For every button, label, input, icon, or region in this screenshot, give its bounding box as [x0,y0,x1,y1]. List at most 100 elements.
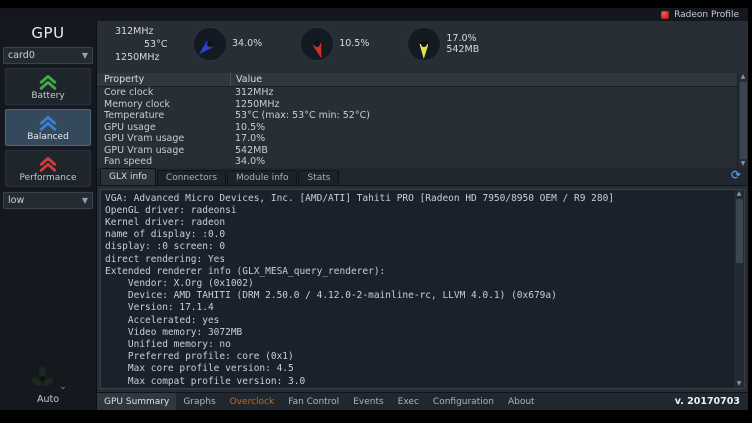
glx-info-line: Max compat profile version: 3.0 [105,376,733,388]
bottom-tab-label: Graphs [183,397,215,407]
overview-strip: 312MHz 53°C 1250MHz [97,21,748,73]
property-value: 10.5% [230,122,737,133]
bottom-tab-label: Events [353,397,383,407]
power-profile-button[interactable]: Balanced [5,109,91,146]
app-icon [661,11,669,19]
table-row: GPU Vram usage 542MB [97,145,737,157]
info-tab[interactable]: Stats [298,170,339,185]
version-label: v. 20170703 [675,396,740,407]
bottom-tab-label: Configuration [433,397,494,407]
info-tab-label: Connectors [166,173,217,183]
power-profile-label: Balanced [27,132,69,142]
fan-icon[interactable] [29,365,56,392]
bottom-tab[interactable]: Fan Control [281,393,346,410]
gauge-value: 17.0% [446,33,479,45]
property-name: Temperature [97,110,230,121]
refresh-button[interactable]: ⟳ [728,168,744,183]
scroll-up-icon[interactable]: ▲ [737,190,742,198]
glx-info-line: Kernel driver: radeon [105,217,733,229]
bottom-tab-label: GPU Summary [104,397,169,407]
window-title: Radeon Profile [674,10,739,20]
property-name: GPU Vram usage [97,145,230,156]
gauges: 34.0% [193,27,479,61]
card-select-value: card0 [8,50,35,61]
radeon-profile-window: Radeon Profile GPU card0 ▼ Battery [0,0,752,423]
info-tab[interactable]: Connectors [157,170,226,185]
double-chevron-up-icon [36,114,60,131]
info-tab[interactable]: Module info [227,170,297,185]
power-profile-button[interactable]: Performance [5,150,91,187]
table-row: Temperature 53°C (max: 53°C min: 52°C) [97,110,737,122]
bottom-tab[interactable]: Events [346,393,390,410]
bottom-tab[interactable]: Exec [391,393,426,410]
gauge: 10.5% [300,27,369,61]
bottom-tab-label: Overclock [230,397,275,407]
glx-info-panel: VGA: Advanced Micro Devices, Inc. [AMD/A… [100,189,745,390]
gpu-label: GPU [31,24,64,42]
property-name: Memory clock [97,99,230,110]
fan-mode-label: Auto [37,394,59,405]
info-tab-bar: GLX info Connectors Module info Stats [97,168,748,186]
card-select[interactable]: card0 ▼ [3,47,93,64]
property-value: 312MHz [230,87,737,98]
power-profile-button[interactable]: Battery [5,68,91,105]
bottom-tab-bar: GPU Summary Graphs Overclock Fan Control [97,392,748,410]
gauge-sub-value: 542MB [446,44,479,56]
bottom-tab[interactable]: Overclock [223,393,282,410]
info-tab-label: GLX info [109,172,147,182]
profile-buttons: Battery Balanced [5,64,91,187]
property-name: Fan speed [97,156,230,167]
scrollbar-thumb[interactable] [736,199,743,263]
glx-info-line: Device: AMD TAHITI (DRM 2.50.0 / 4.12.0-… [105,290,733,302]
info-tab-label: Module info [236,173,288,183]
property-name: GPU Vram usage [97,133,230,144]
properties-table-body: Core clock 312MHz Memory clock 1250MHz T… [97,87,737,168]
bottom-tab-label: Fan Control [288,397,339,407]
core-clock-readout: 312MHz [115,26,153,37]
double-chevron-up-icon [36,73,60,90]
glx-info-line: Extended renderer info (GLX_MESA_query_r… [105,266,733,278]
scroll-up-icon[interactable]: ▲ [741,73,746,81]
info-tab[interactable]: GLX info [100,168,156,185]
table-row: Memory clock 1250MHz [97,99,737,111]
glx-info-line: Vendor: X.Org (0x1002) [105,278,733,290]
info-tab-label: Stats [307,173,330,183]
glx-info-line: OpenGL driver: radeonsi [105,205,733,217]
glx-info-line: Video memory: 3072MB [105,327,733,339]
table-scrollbar[interactable]: ▲ ▼ [737,73,748,168]
glx-info-line: direct rendering: Yes [105,254,733,266]
glx-info-line: Accelerated: yes [105,315,733,327]
power-level-select[interactable]: low ▼ [3,192,93,209]
glx-info-line: name of display: :0.0 [105,229,733,241]
memory-clock-readout: 1250MHz [115,52,160,63]
gauge: 34.0% [193,27,262,61]
gauge-dial [300,27,334,61]
content-area: 312MHz 53°C 1250MHz [97,21,748,410]
scroll-down-icon[interactable]: ▼ [741,160,746,168]
bottom-tab[interactable]: GPU Summary [97,393,176,410]
bottom-tab[interactable]: Configuration [426,393,501,410]
bottom-tab[interactable]: Graphs [176,393,222,410]
glx-info-text: VGA: Advanced Micro Devices, Inc. [AMD/A… [101,190,733,389]
scroll-down-icon[interactable]: ▼ [737,380,742,388]
property-value: 17.0% [230,133,737,144]
temperature-readout: 53°C [144,39,167,50]
properties-table: Property Value Core clock 312MHz Memory … [97,73,748,168]
property-value: 542MB [230,145,737,156]
main-window: GPU card0 ▼ Battery [0,21,748,410]
glx-scrollbar[interactable]: ▲ ▼ [733,190,744,389]
power-level-value: low [8,195,24,206]
bottom-tab-label: About [508,397,535,407]
table-row: Fan speed 34.0% [97,156,737,168]
scrollbar-thumb[interactable] [740,82,747,159]
power-profile-label: Battery [31,91,64,101]
gauge-hub [207,41,213,47]
glx-info-line: Max core profile version: 4.5 [105,363,733,375]
property-name: GPU usage [97,122,230,133]
properties-table-header: Property Value [97,73,737,87]
bottom-tab[interactable]: About [501,393,542,410]
table-row: Core clock 312MHz [97,87,737,99]
gauge-value: 34.0% [232,38,262,50]
table-row: GPU Vram usage 17.0% [97,133,737,145]
chevron-down-icon[interactable]: ⌄ [59,383,67,392]
